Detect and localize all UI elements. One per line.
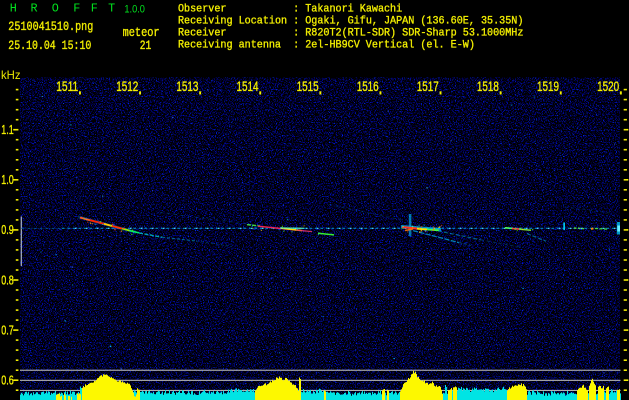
svg-text:25.10.04 15:10: 25.10.04 15:10 xyxy=(8,38,91,53)
svg-text:1515: 1515 xyxy=(297,79,319,94)
svg-text:1517: 1517 xyxy=(417,79,439,94)
svg-text:0.7: 0.7 xyxy=(1,323,14,337)
svg-text:1513: 1513 xyxy=(176,79,198,94)
svg-text:1516: 1516 xyxy=(357,79,379,94)
svg-text:0.9: 0.9 xyxy=(1,223,14,237)
svg-text:Receiving Location: Receiving Location xyxy=(178,15,287,27)
svg-text:1.0.0: 1.0.0 xyxy=(124,4,144,16)
svg-text:T: T xyxy=(108,1,115,15)
svg-text:: Takanori Kawachi: : Takanori Kawachi xyxy=(293,3,402,15)
svg-text:F: F xyxy=(73,1,80,15)
svg-text:1511: 1511 xyxy=(56,79,78,94)
svg-text:1519: 1519 xyxy=(537,79,559,94)
svg-text:21: 21 xyxy=(140,38,152,53)
svg-text:1520: 1520 xyxy=(597,79,619,94)
svg-text:F: F xyxy=(91,1,98,15)
svg-text:1518: 1518 xyxy=(477,79,499,94)
svg-text:: R820T2(RTL-SDR) SDR-Sharp 53: : R820T2(RTL-SDR) SDR-Sharp 53.1000MHz xyxy=(293,27,523,39)
svg-text:Receiver: Receiver xyxy=(178,27,227,39)
svg-text:2510041510.png: 2510041510.png xyxy=(8,19,93,34)
svg-text:R: R xyxy=(31,1,38,15)
svg-text:1.0: 1.0 xyxy=(1,173,14,187)
svg-text:: 2el-HB9CV Vertical (el. E-W): : 2el-HB9CV Vertical (el. E-W) xyxy=(293,39,475,51)
svg-text:1512: 1512 xyxy=(116,79,138,94)
svg-text:1.1: 1.1 xyxy=(1,123,14,137)
svg-text:0.6: 0.6 xyxy=(1,374,14,388)
svg-text:O: O xyxy=(52,1,59,15)
svg-text:Receiving antenna: Receiving antenna xyxy=(178,39,281,51)
svg-text:Observer: Observer xyxy=(178,3,227,15)
svg-text:: Ogaki, Gifu, JAPAN (136.60E,: : Ogaki, Gifu, JAPAN (136.60E, 35.35N) xyxy=(293,15,523,27)
svg-text:0.8: 0.8 xyxy=(1,273,14,287)
svg-text:1514: 1514 xyxy=(237,79,259,94)
svg-text:H: H xyxy=(10,1,17,15)
svg-text:kHz: kHz xyxy=(1,68,21,82)
